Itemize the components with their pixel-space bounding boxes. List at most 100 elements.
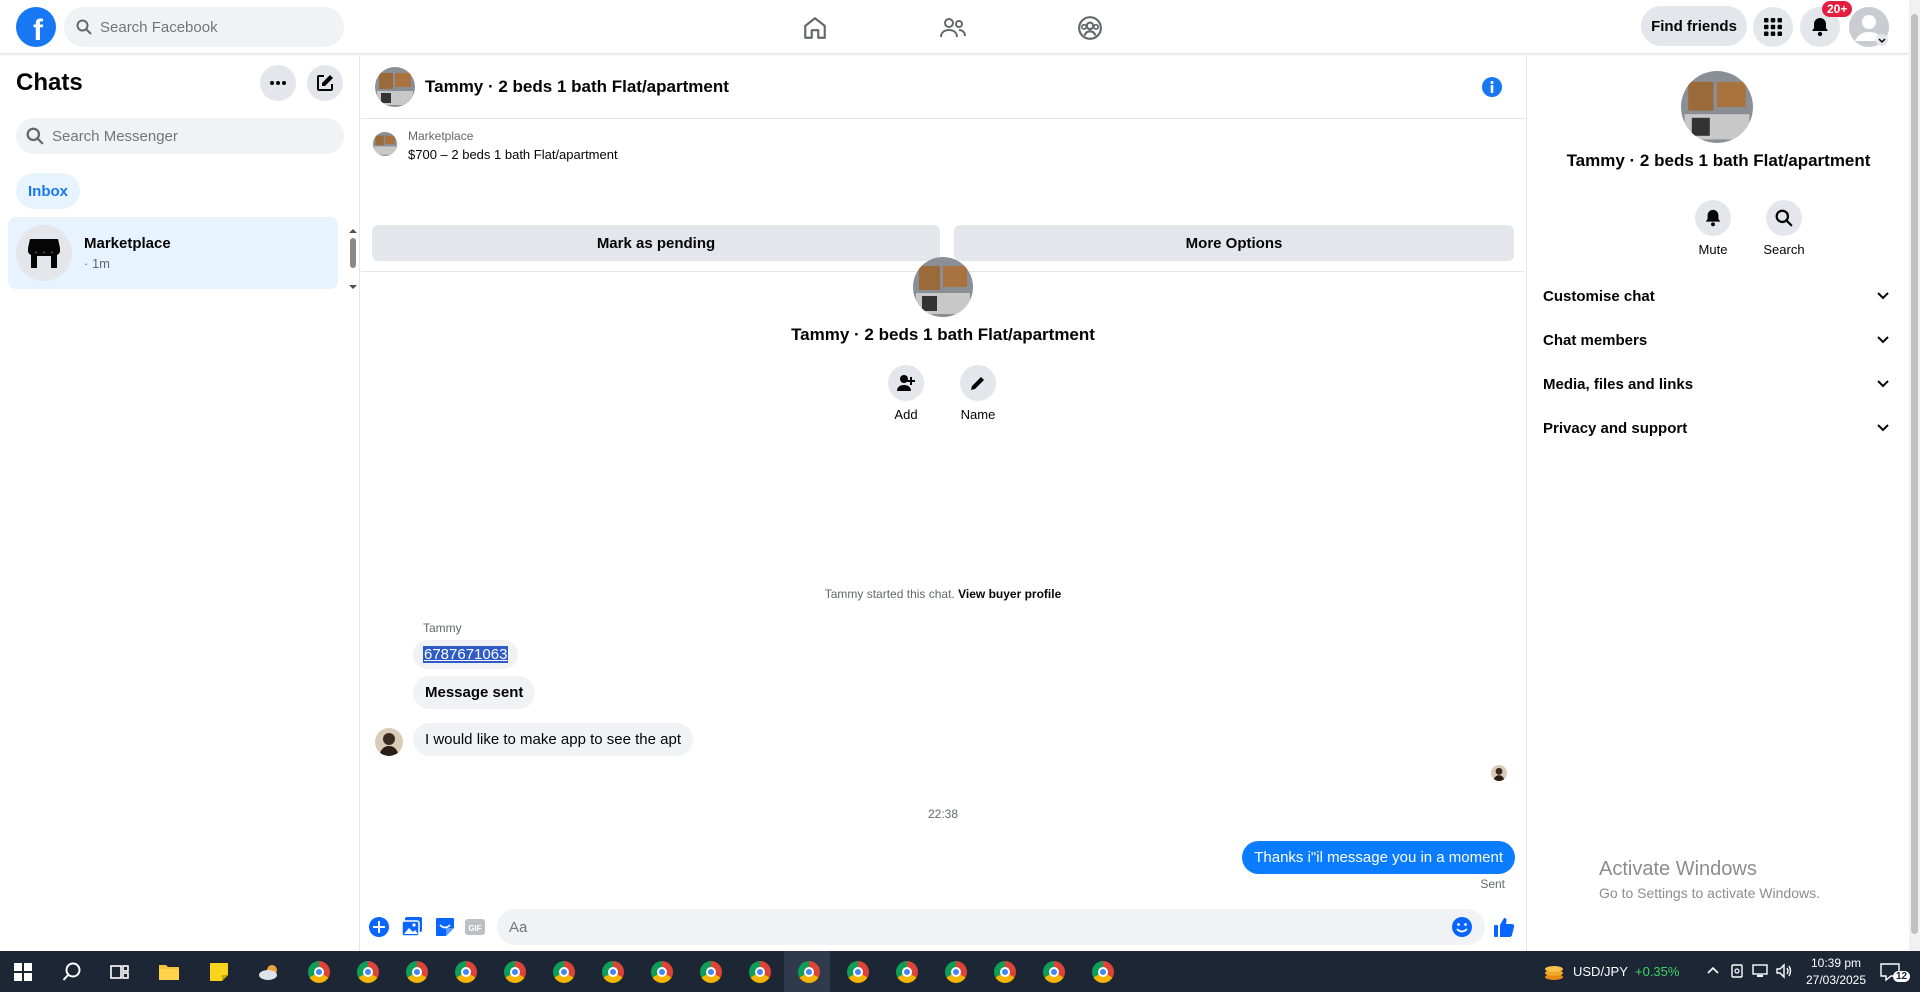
like-button[interactable] (1492, 915, 1516, 939)
currency-pair[interactable]: USD/JPY (1573, 964, 1628, 979)
activate-subtitle: Go to Settings to activate Windows. (1599, 885, 1820, 901)
svg-text:GIF: GIF (468, 924, 481, 933)
mark-as-pending-button[interactable]: Mark as pending (372, 225, 940, 261)
chrome-window-3[interactable] (403, 958, 431, 986)
pencil-icon (971, 377, 984, 390)
friends-tab[interactable] (923, 8, 983, 48)
grid-menu-icon (1764, 18, 1782, 36)
search-icon (62, 962, 81, 981)
add-person-icon (897, 375, 915, 391)
chrome-window-17[interactable] (1089, 958, 1117, 986)
listing-title[interactable]: $700 – 2 beds 1 bath Flat/apartment (408, 147, 618, 162)
more-icon (270, 81, 286, 85)
name-label: Name (960, 407, 996, 422)
attach-photo-button[interactable] (400, 915, 424, 939)
chrome-icon (406, 961, 428, 983)
facebook-search-input[interactable] (100, 18, 320, 36)
facebook-search[interactable] (64, 7, 344, 47)
message-input-box[interactable] (497, 909, 1485, 945)
mute-label: Mute (1698, 242, 1728, 257)
gif-button[interactable]: GIF (463, 915, 487, 939)
display-icon[interactable] (1729, 963, 1745, 979)
sticker-icon (436, 918, 454, 936)
clock-time[interactable]: 10:39 pm (1806, 956, 1866, 970)
chrome-window-10[interactable] (746, 958, 774, 986)
incoming-message[interactable]: 6787671063 (413, 640, 519, 669)
home-tab[interactable] (785, 8, 845, 48)
chrome-window-13[interactable] (893, 958, 921, 986)
chat-options-button[interactable] (260, 65, 296, 101)
outgoing-message[interactable]: Thanks i"il message you in a moment (1242, 841, 1515, 874)
start-button[interactable] (9, 958, 37, 986)
emoji-button[interactable] (1451, 916, 1473, 938)
chrome-window-6[interactable] (550, 958, 578, 986)
add-people-button[interactable]: Add (876, 365, 936, 422)
search-in-conversation-button[interactable]: Search (1749, 200, 1819, 257)
chrome-icon (553, 961, 575, 983)
chrome-icon (749, 961, 771, 983)
chrome-window-11[interactable] (795, 958, 823, 986)
page-scrollbar[interactable] (1909, 0, 1920, 951)
taskbar-search-button[interactable] (58, 958, 86, 986)
volume-icon[interactable] (1775, 963, 1793, 979)
page-scrollbar-thumb[interactable] (1911, 14, 1918, 934)
edit-name-button[interactable]: Name (948, 365, 1008, 422)
chrome-window-16[interactable] (1040, 958, 1068, 986)
chrome-icon (357, 961, 379, 983)
facebook-logo[interactable]: f (16, 7, 56, 47)
chrome-window-12[interactable] (844, 958, 872, 986)
sender-avatar[interactable] (375, 728, 403, 756)
messenger-search-input[interactable] (52, 127, 312, 145)
currency-widget-icon[interactable] (1540, 958, 1568, 986)
message-input[interactable] (509, 918, 1409, 936)
chrome-window-5[interactable] (501, 958, 529, 986)
chrome-window-4[interactable] (452, 958, 480, 986)
incoming-message[interactable]: Message sent (413, 676, 536, 709)
network-icon[interactable] (1751, 963, 1769, 979)
sticky-notes-button[interactable] (205, 958, 233, 986)
mute-button[interactable]: Mute (1678, 200, 1748, 257)
incoming-message[interactable]: I would like to make app to see the apt (413, 723, 693, 756)
media-files-links-section[interactable]: Media, files and links (1543, 362, 1895, 406)
find-friends-button[interactable]: Find friends (1641, 6, 1747, 46)
chrome-window-8[interactable] (648, 958, 676, 986)
messenger-search[interactable] (16, 118, 344, 154)
conversation-header: Tammy · 2 beds 1 bath Flat/apartment (361, 55, 1525, 119)
section-label: Customise chat (1543, 287, 1655, 305)
chrome-window-9[interactable] (697, 958, 725, 986)
privacy-support-section[interactable]: Privacy and support (1543, 406, 1895, 450)
sticker-button[interactable] (433, 915, 457, 939)
task-view-button[interactable] (106, 958, 134, 986)
menu-button[interactable] (1753, 7, 1793, 47)
groups-icon (1078, 16, 1102, 40)
chrome-window-15[interactable] (991, 958, 1019, 986)
groups-tab[interactable] (1060, 8, 1120, 48)
chrome-icon (798, 961, 820, 983)
chat-time: · 1m (84, 256, 110, 271)
listing-thumbnail-small[interactable] (373, 132, 397, 156)
marketplace-avatar (16, 225, 72, 281)
inbox-filter[interactable]: Inbox (16, 173, 80, 209)
chrome-window-14[interactable] (942, 958, 970, 986)
file-explorer-button[interactable] (155, 958, 183, 986)
more-actions-button[interactable] (367, 915, 391, 939)
conversation-details-panel: Tammy · 2 beds 1 bath Flat/apartment Mut… (1526, 55, 1909, 951)
clock-date[interactable]: 27/03/2025 (1801, 973, 1871, 987)
customise-chat-section[interactable]: Customise chat (1543, 274, 1895, 318)
listing-thumbnail[interactable] (375, 66, 415, 107)
chat-members-section[interactable]: Chat members (1543, 318, 1895, 362)
more-options-button[interactable]: More Options (954, 225, 1514, 261)
new-message-button[interactable] (307, 65, 343, 101)
chevron-down-icon[interactable] (1876, 34, 1888, 46)
chrome-window-1[interactable] (305, 958, 333, 986)
chat-list-scrollbar[interactable] (348, 227, 358, 291)
chrome-window-7[interactable] (599, 958, 627, 986)
weather-app-button[interactable] (256, 958, 284, 986)
conversation-info-button[interactable] (1481, 76, 1503, 103)
view-buyer-profile-link[interactable]: View buyer profile (958, 587, 1061, 601)
chevron-up-icon[interactable] (1706, 965, 1720, 975)
chrome-window-2[interactable] (354, 958, 382, 986)
conversation-title[interactable]: Tammy · 2 beds 1 bath Flat/apartment (425, 77, 729, 97)
find-friends-label: Find friends (1651, 17, 1737, 35)
chat-list-item[interactable]: Marketplace · 1m (8, 217, 338, 289)
